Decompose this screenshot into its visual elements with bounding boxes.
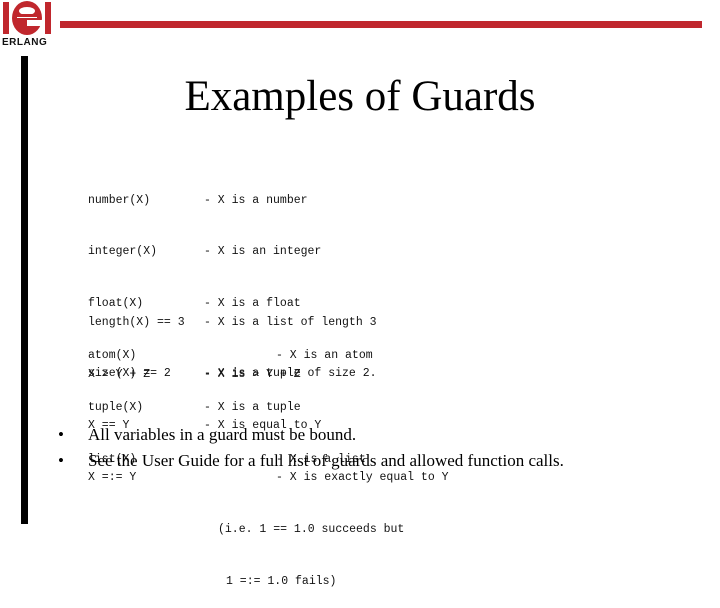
bullet-list: • All variables in a guard must be bound… [58, 422, 564, 474]
guard-expr: X > Y + Z [88, 367, 151, 381]
guard-note: 1 =:= 1.0 fails) [226, 575, 337, 589]
bullet-icon: • [58, 451, 64, 470]
guard-desc: - X is > Y + Z [204, 367, 301, 381]
bullet-item: • All variables in a guard must be bound… [58, 422, 564, 448]
erlang-logo-icon [3, 1, 51, 35]
guard-note: (i.e. 1 == 1.0 succeeds but [218, 523, 405, 537]
guard-expr: length(X) == 3 [88, 315, 185, 329]
guard-expr: number(X) [88, 193, 151, 207]
slide-title: Examples of Guards [184, 73, 536, 120]
guard-expr: integer(X) [88, 245, 158, 259]
header-rule [60, 21, 702, 28]
side-bar [21, 56, 28, 524]
logo-text: ERLANG [2, 37, 48, 48]
bullet-text: See the User Guide for a full list of gu… [88, 451, 564, 470]
bullet-item: • See the User Guide for a full list of … [58, 448, 564, 474]
bullet-icon: • [58, 425, 64, 444]
guard-expr-list-3: X > Y + Z X == Y X =:= Y [88, 331, 150, 504]
guard-desc: - X is a list of length 3 [204, 315, 377, 329]
guard-desc: - X is an integer [204, 245, 322, 259]
guard-desc: - X is a number [204, 193, 308, 207]
bullet-text: All variables in a guard must be bound. [88, 425, 357, 444]
